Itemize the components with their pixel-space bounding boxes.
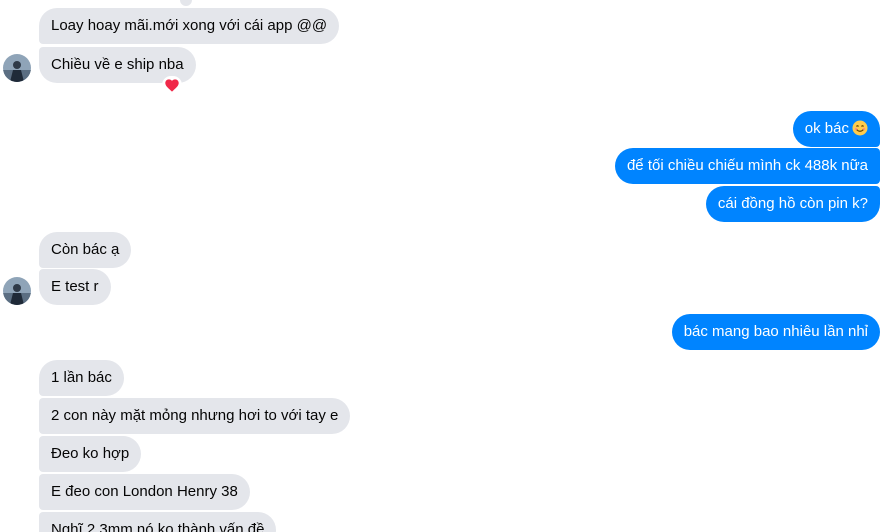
message-text: ok bác bbox=[804, 120, 849, 137]
incoming-message[interactable]: Đeo ko hợp bbox=[39, 436, 142, 472]
avatar-image bbox=[3, 277, 31, 305]
incoming-message[interactable]: Loay hoay mãi.mới xong với cái app @@ bbox=[39, 8, 340, 44]
incoming-message[interactable]: 1 lần bác bbox=[39, 360, 124, 396]
smiling-face-icon bbox=[852, 114, 868, 150]
message-text: để tối chiều chiếu mình ck 488k nữa bbox=[626, 157, 868, 174]
outgoing-message[interactable]: để tối chiều chiếu mình ck 488k nữa bbox=[614, 148, 880, 184]
heart-reaction[interactable] bbox=[162, 76, 182, 94]
message-text: Nghĩ 2.3mm nó ko thành vấn đề bbox=[51, 521, 265, 532]
incoming-message[interactable]: Nghĩ 2.3mm nó ko thành vấn đề bbox=[39, 512, 277, 532]
message-text: Còn bác ạ bbox=[51, 241, 120, 258]
chat-thread: Loay hoay mãi.mới xong với cái app @@ Ch… bbox=[0, 0, 886, 532]
previous-message-indicator bbox=[180, 0, 192, 6]
contact-avatar[interactable] bbox=[3, 277, 31, 305]
outgoing-message[interactable]: bác mang bao nhiêu lần nhỉ bbox=[671, 314, 880, 350]
incoming-message[interactable]: E đeo con London Henry 38 bbox=[39, 474, 250, 510]
message-text: E đeo con London Henry 38 bbox=[51, 483, 238, 500]
incoming-message[interactable]: E test r bbox=[39, 269, 111, 305]
heart-icon bbox=[165, 78, 179, 92]
outgoing-message[interactable]: ok bác bbox=[792, 111, 880, 150]
message-text: E test r bbox=[51, 278, 99, 295]
message-text: Loay hoay mãi.mới xong với cái app @@ bbox=[51, 17, 328, 34]
avatar-image bbox=[3, 54, 31, 82]
incoming-message[interactable]: Còn bác ạ bbox=[39, 232, 132, 268]
contact-avatar[interactable] bbox=[3, 54, 31, 82]
outgoing-message[interactable]: cái đồng hồ còn pin k? bbox=[705, 186, 880, 222]
message-text: bác mang bao nhiêu lần nhỉ bbox=[683, 323, 868, 340]
message-text: 1 lần bác bbox=[51, 369, 112, 386]
message-text: 2 con này mặt mỏng nhưng hơi to với tay … bbox=[51, 407, 339, 424]
message-text: Đeo ko hợp bbox=[51, 445, 130, 462]
message-text: Chiều về e ship nba bbox=[51, 56, 184, 73]
incoming-message[interactable]: 2 con này mặt mỏng nhưng hơi to với tay … bbox=[39, 398, 351, 434]
message-text: cái đồng hồ còn pin k? bbox=[717, 195, 868, 212]
